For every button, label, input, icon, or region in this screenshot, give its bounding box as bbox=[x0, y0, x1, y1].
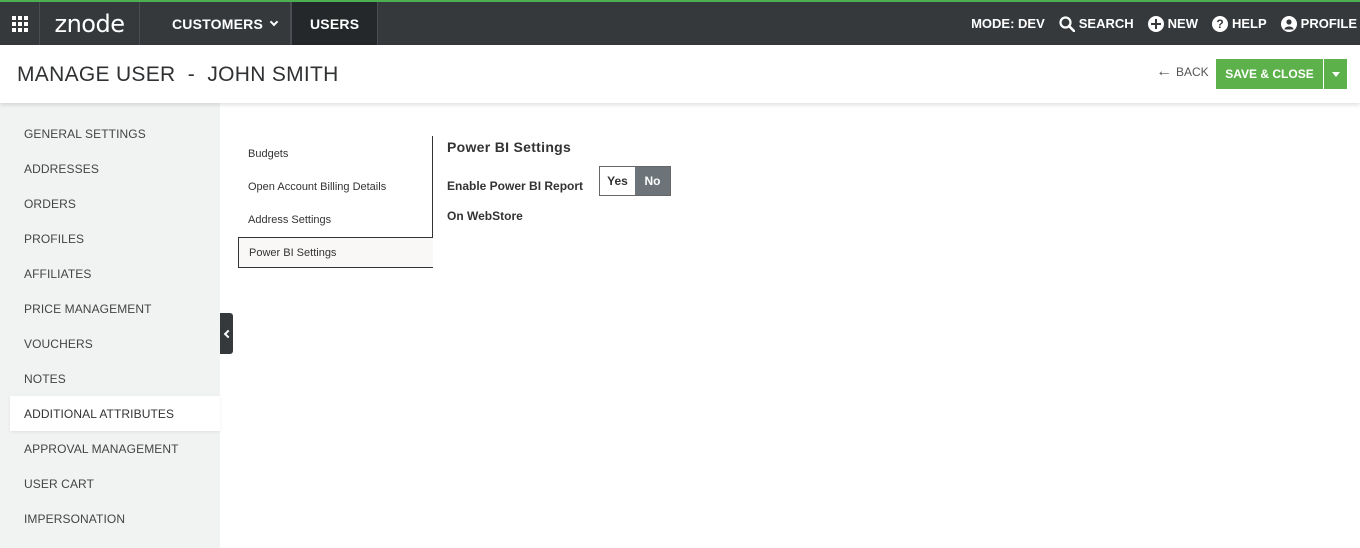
mode-label: MODE: DEV bbox=[971, 16, 1045, 31]
power-bi-toggle: Yes No bbox=[599, 166, 671, 196]
toggle-yes-button[interactable]: Yes bbox=[600, 167, 635, 195]
arrow-left-icon: ← bbox=[1156, 63, 1172, 80]
subtab-open-account-billing[interactable]: Open Account Billing Details bbox=[238, 171, 433, 202]
save-dropdown-button[interactable] bbox=[1324, 59, 1347, 89]
sidebar-item-general-settings[interactable]: GENERAL SETTINGS bbox=[10, 116, 220, 151]
subtab-power-bi-settings[interactable]: Power BI Settings bbox=[238, 237, 433, 268]
chevron-down-icon bbox=[269, 17, 279, 26]
profile-button[interactable]: PROFILE bbox=[1280, 15, 1357, 32]
section-title: Power BI Settings bbox=[447, 139, 572, 155]
sidebar-item-notes[interactable]: NOTES bbox=[10, 361, 220, 396]
znode-logo[interactable]: znode bbox=[40, 2, 140, 45]
search-button[interactable]: SEARCH bbox=[1059, 15, 1134, 32]
sidebar-item-impersonation[interactable]: IMPERSONATION bbox=[10, 501, 220, 536]
top-navbar: znode CUSTOMERS USERS MODE: DEV SEARCH N… bbox=[0, 0, 1360, 45]
top-right-actions: MODE: DEV SEARCH NEW ? HELP PROFILE bbox=[971, 2, 1360, 45]
nav-users-label: USERS bbox=[310, 15, 360, 32]
caret-down-icon bbox=[1331, 71, 1340, 77]
nav-customers-label: CUSTOMERS bbox=[172, 15, 263, 32]
new-button[interactable]: NEW bbox=[1147, 15, 1198, 32]
page-title: MANAGE USER - JOHN SMITH bbox=[17, 63, 339, 86]
user-circle-icon bbox=[1280, 15, 1297, 32]
page-header: MANAGE USER - JOHN SMITH ← BACK SAVE & C… bbox=[0, 45, 1360, 103]
logo-text: znode bbox=[54, 9, 126, 38]
sidebar-collapse-button[interactable] bbox=[220, 313, 233, 354]
sidebar-item-additional-attributes[interactable]: ADDITIONAL ATTRIBUTES bbox=[10, 396, 220, 431]
subtab-budgets[interactable]: Budgets bbox=[238, 138, 433, 169]
sidebar-item-orders[interactable]: ORDERS bbox=[10, 186, 220, 221]
grid-icon bbox=[11, 15, 28, 32]
subtab-list: Budgets Open Account Billing Details Add… bbox=[238, 136, 433, 268]
sidebar: GENERAL SETTINGS ADDRESSES ORDERS PROFIL… bbox=[0, 103, 220, 548]
chevron-left-icon bbox=[223, 329, 233, 338]
sidebar-item-user-cart[interactable]: USER CART bbox=[10, 466, 220, 501]
help-label: HELP bbox=[1231, 16, 1267, 31]
power-bi-field-label: Enable Power BI Report On WebStore bbox=[447, 179, 584, 223]
help-circle-icon: ? bbox=[1211, 15, 1228, 32]
plus-circle-icon bbox=[1147, 15, 1164, 32]
toggle-no-button[interactable]: No bbox=[635, 167, 670, 195]
sidebar-item-price-management[interactable]: PRICE MANAGEMENT bbox=[10, 291, 220, 326]
back-label: BACK bbox=[1176, 65, 1209, 79]
search-label: SEARCH bbox=[1078, 16, 1134, 31]
search-icon bbox=[1059, 15, 1075, 32]
subtab-address-settings[interactable]: Address Settings bbox=[238, 204, 433, 235]
sidebar-item-approval-management[interactable]: APPROVAL MANAGEMENT bbox=[10, 431, 220, 466]
mode-indicator: MODE: DEV bbox=[971, 16, 1045, 31]
sidebar-item-affiliates[interactable]: AFFILIATES bbox=[10, 256, 220, 291]
nav-customers[interactable]: CUSTOMERS bbox=[140, 2, 291, 45]
app-launcher-button[interactable] bbox=[0, 2, 40, 45]
help-button[interactable]: ? HELP bbox=[1211, 15, 1267, 32]
save-close-button[interactable]: SAVE & CLOSE bbox=[1216, 59, 1323, 89]
back-button[interactable]: ← BACK bbox=[1156, 64, 1209, 80]
sidebar-item-profiles[interactable]: PROFILES bbox=[10, 221, 220, 256]
new-label: NEW bbox=[1167, 16, 1198, 31]
sidebar-item-addresses[interactable]: ADDRESSES bbox=[10, 151, 220, 186]
profile-label: PROFILE bbox=[1300, 16, 1357, 31]
sidebar-item-vouchers[interactable]: VOUCHERS bbox=[10, 326, 220, 361]
nav-users[interactable]: USERS bbox=[291, 2, 379, 45]
